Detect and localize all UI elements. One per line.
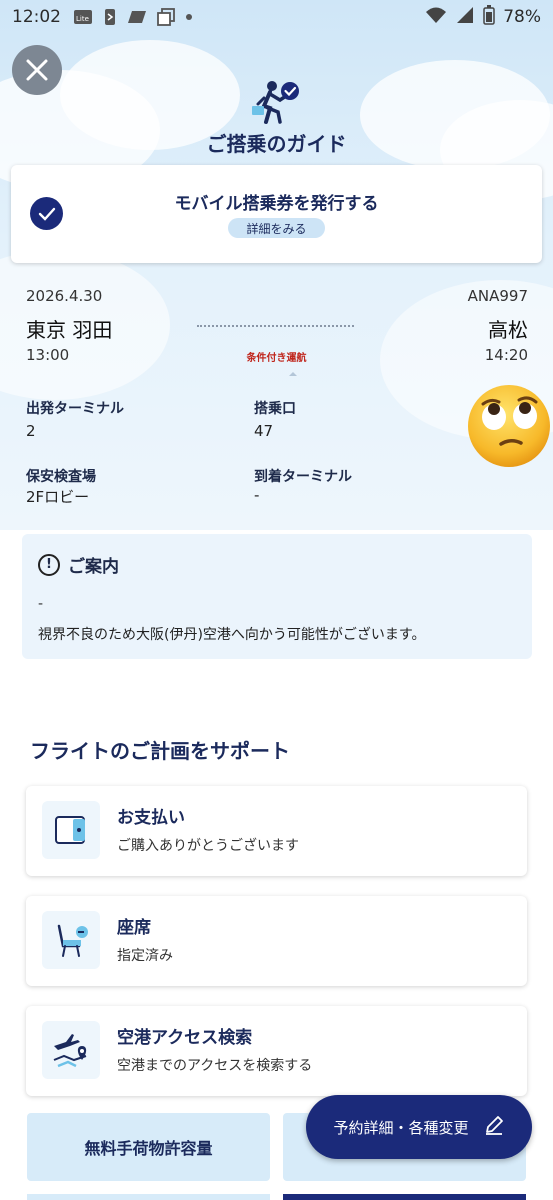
- airport-access-card-subtitle: 空港までのアクセスを検索する: [117, 1058, 313, 1074]
- tag-icon: [127, 9, 147, 25]
- notice-title: ご案内: [68, 557, 119, 577]
- payment-card[interactable]: お支払い ご購入ありがとうございます: [26, 786, 527, 876]
- arrival-airport: 高松: [488, 318, 528, 342]
- lite-app-icon: Lite: [73, 9, 93, 25]
- signal-icon: [455, 6, 475, 29]
- wallet-icon: [42, 801, 100, 859]
- status-time: 12:02: [12, 7, 61, 27]
- seat-card[interactable]: 座席 指定済み: [26, 896, 527, 986]
- close-icon: [26, 59, 48, 81]
- flight-date: 2026.4.30: [26, 287, 103, 305]
- notice-line-2: 視界不良のため大阪(伊丹)空港へ向かう可能性がございます。: [38, 627, 426, 643]
- gate-value: 47: [254, 422, 274, 440]
- boarding-guide-icon: [250, 78, 302, 126]
- page-title: ご搭乗のガイド: [206, 132, 347, 156]
- payment-card-title: お支払い: [117, 808, 185, 828]
- route-divider: [197, 325, 354, 327]
- seat-card-title: 座席: [117, 918, 151, 938]
- battery-icon: [483, 4, 495, 30]
- airport-access-card[interactable]: 空港アクセス検索 空港までのアクセスを検索する: [26, 1006, 527, 1096]
- notice-line-1: -: [38, 596, 44, 612]
- close-button[interactable]: [12, 45, 62, 95]
- security-check-label: 保安検査場: [26, 469, 96, 485]
- airport-access-icon: [42, 1021, 100, 1079]
- app-notification-icon: [103, 8, 117, 26]
- status-bar: 12:02 Lite 78%: [0, 0, 553, 34]
- reservation-details-change-button[interactable]: 予約詳細・各種変更: [306, 1095, 532, 1159]
- mobile-boarding-pass-card[interactable]: モバイル搭乗券を発行する 詳細をみる: [11, 165, 542, 263]
- conditional-operation-badge: 条件付き運航: [246, 353, 307, 364]
- pencil-icon: [483, 1114, 505, 1140]
- copy-icon: [157, 8, 175, 26]
- gate-label: 搭乗口: [254, 401, 296, 417]
- notice-box: ! ご案内 - 視界不良のため大阪(伊丹)空港へ向かう可能性がございます。: [22, 534, 532, 659]
- svg-text:Lite: Lite: [76, 15, 89, 23]
- more-notifications-dot-icon: [185, 13, 193, 21]
- next-row-tile-dark: [283, 1194, 526, 1200]
- arrival-terminal-label: 到着ターミナル: [254, 469, 352, 485]
- caret-up-icon: [289, 372, 297, 376]
- eye-roll-emoji-icon: [465, 380, 553, 468]
- arrival-time: 14:20: [484, 346, 528, 364]
- wifi-icon: [425, 6, 447, 29]
- payment-card-subtitle: ご購入ありがとうございます: [117, 838, 299, 854]
- next-row-tile: [27, 1194, 270, 1200]
- arrival-terminal-value: -: [254, 486, 260, 504]
- airport-access-card-title: 空港アクセス検索: [117, 1028, 253, 1048]
- fab-label: 予約詳細・各種変更: [333, 1118, 469, 1137]
- departure-airport: 東京 羽田: [26, 318, 113, 342]
- free-baggage-allowance-button[interactable]: 無料手荷物許容量: [27, 1113, 270, 1181]
- security-check-value: 2Fロビー: [26, 488, 90, 506]
- departure-terminal-value: 2: [26, 422, 36, 440]
- departure-terminal-label: 出発ターミナル: [26, 401, 124, 417]
- battery-percent: 78%: [503, 7, 541, 27]
- exclamation-circle-icon: !: [38, 553, 60, 576]
- details-link-button[interactable]: 詳細をみる: [228, 218, 325, 238]
- support-section-title: フライトのご計画をサポート: [30, 739, 290, 763]
- flight-number: ANA997: [467, 287, 528, 305]
- seat-card-subtitle: 指定済み: [117, 948, 173, 964]
- seat-icon: [42, 911, 100, 969]
- notice-header: ! ご案内: [38, 552, 119, 577]
- mobile-pass-title: モバイル搭乗券を発行する: [174, 194, 379, 214]
